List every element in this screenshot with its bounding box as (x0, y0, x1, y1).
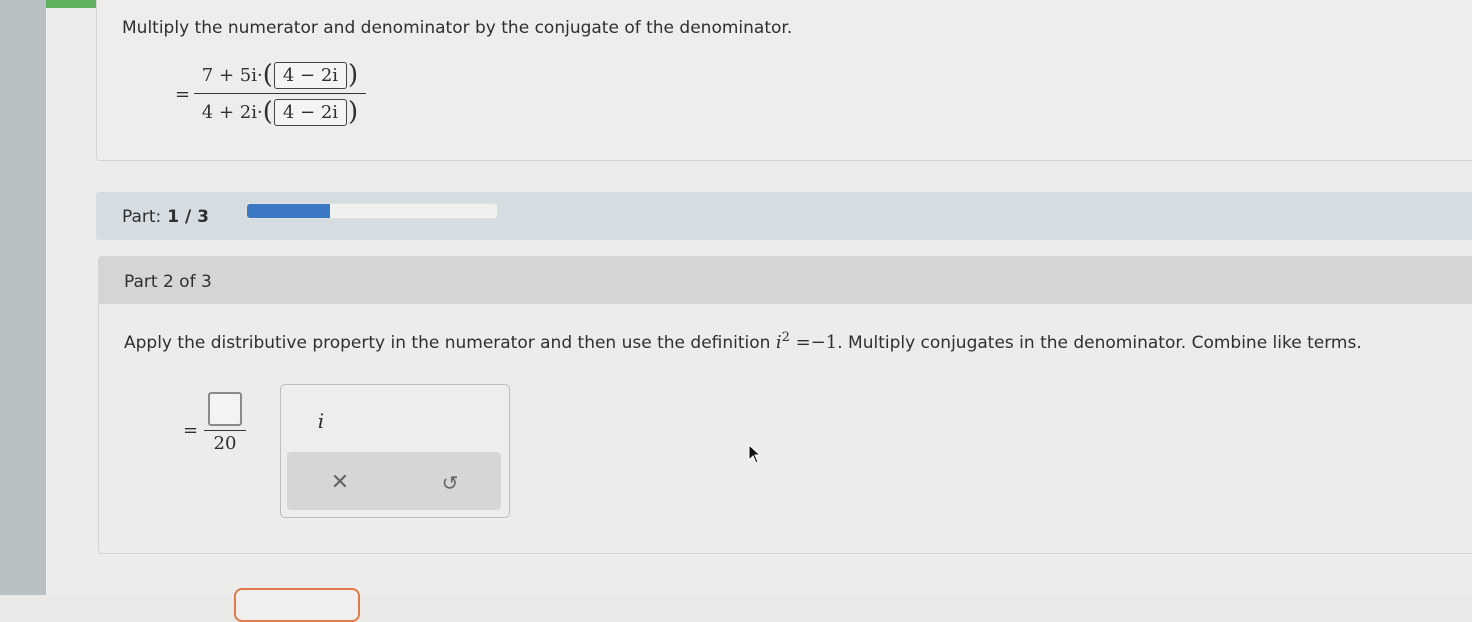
progress-fill (247, 204, 330, 218)
close-icon[interactable]: ✕ (322, 466, 358, 500)
open-paren: ( (262, 60, 273, 90)
definition-math: i2 =−1 (775, 330, 838, 353)
part-title: Part 2 of 3 (124, 272, 212, 292)
answer-equals-sign: = (183, 420, 199, 441)
progress-track (246, 203, 498, 219)
numerator-expression: 7 + 5i· (201, 64, 263, 86)
open-paren: ( (262, 97, 273, 127)
conjugate-fraction: 7 + 5i· ( 4 − 2i ) 4 + 2i· ( 4 − 2i ) (194, 58, 366, 129)
fraction-numerator: 7 + 5i· ( 4 − 2i ) (194, 58, 366, 92)
denominator-conjugate-box: 4 − 2i (273, 98, 348, 126)
part-progress-value: 1 / 3 (167, 207, 209, 227)
numerator-conjugate-box: 4 − 2i (273, 61, 348, 89)
part-instruction: Apply the distributive property in the n… (124, 330, 1362, 353)
fraction-denominator: 4 + 2i· ( 4 − 2i ) (194, 95, 366, 129)
numerator-answer-input[interactable] (208, 392, 242, 426)
equals-sign: = (175, 84, 191, 105)
left-edge-strip (0, 0, 46, 595)
check-button[interactable] (234, 588, 360, 622)
palette-action-bar (287, 452, 501, 510)
close-paren: ) (348, 60, 359, 90)
answer-denominator: 20 (213, 433, 237, 454)
part-progress-label: Part: 1 / 3 (122, 207, 209, 227)
close-paren: ) (348, 97, 359, 127)
undo-icon[interactable]: ↺ (432, 466, 468, 500)
answer-fraction-bar (204, 430, 246, 431)
step-instruction: Multiply the numerator and denominator b… (122, 18, 793, 38)
imaginary-unit-button[interactable]: i (310, 408, 332, 434)
fraction-bar (194, 93, 366, 94)
mouse-cursor-icon (748, 444, 762, 464)
current-part-header (98, 256, 1472, 304)
denominator-expression: 4 + 2i· (201, 101, 263, 123)
answer-fraction: 20 (204, 392, 246, 454)
